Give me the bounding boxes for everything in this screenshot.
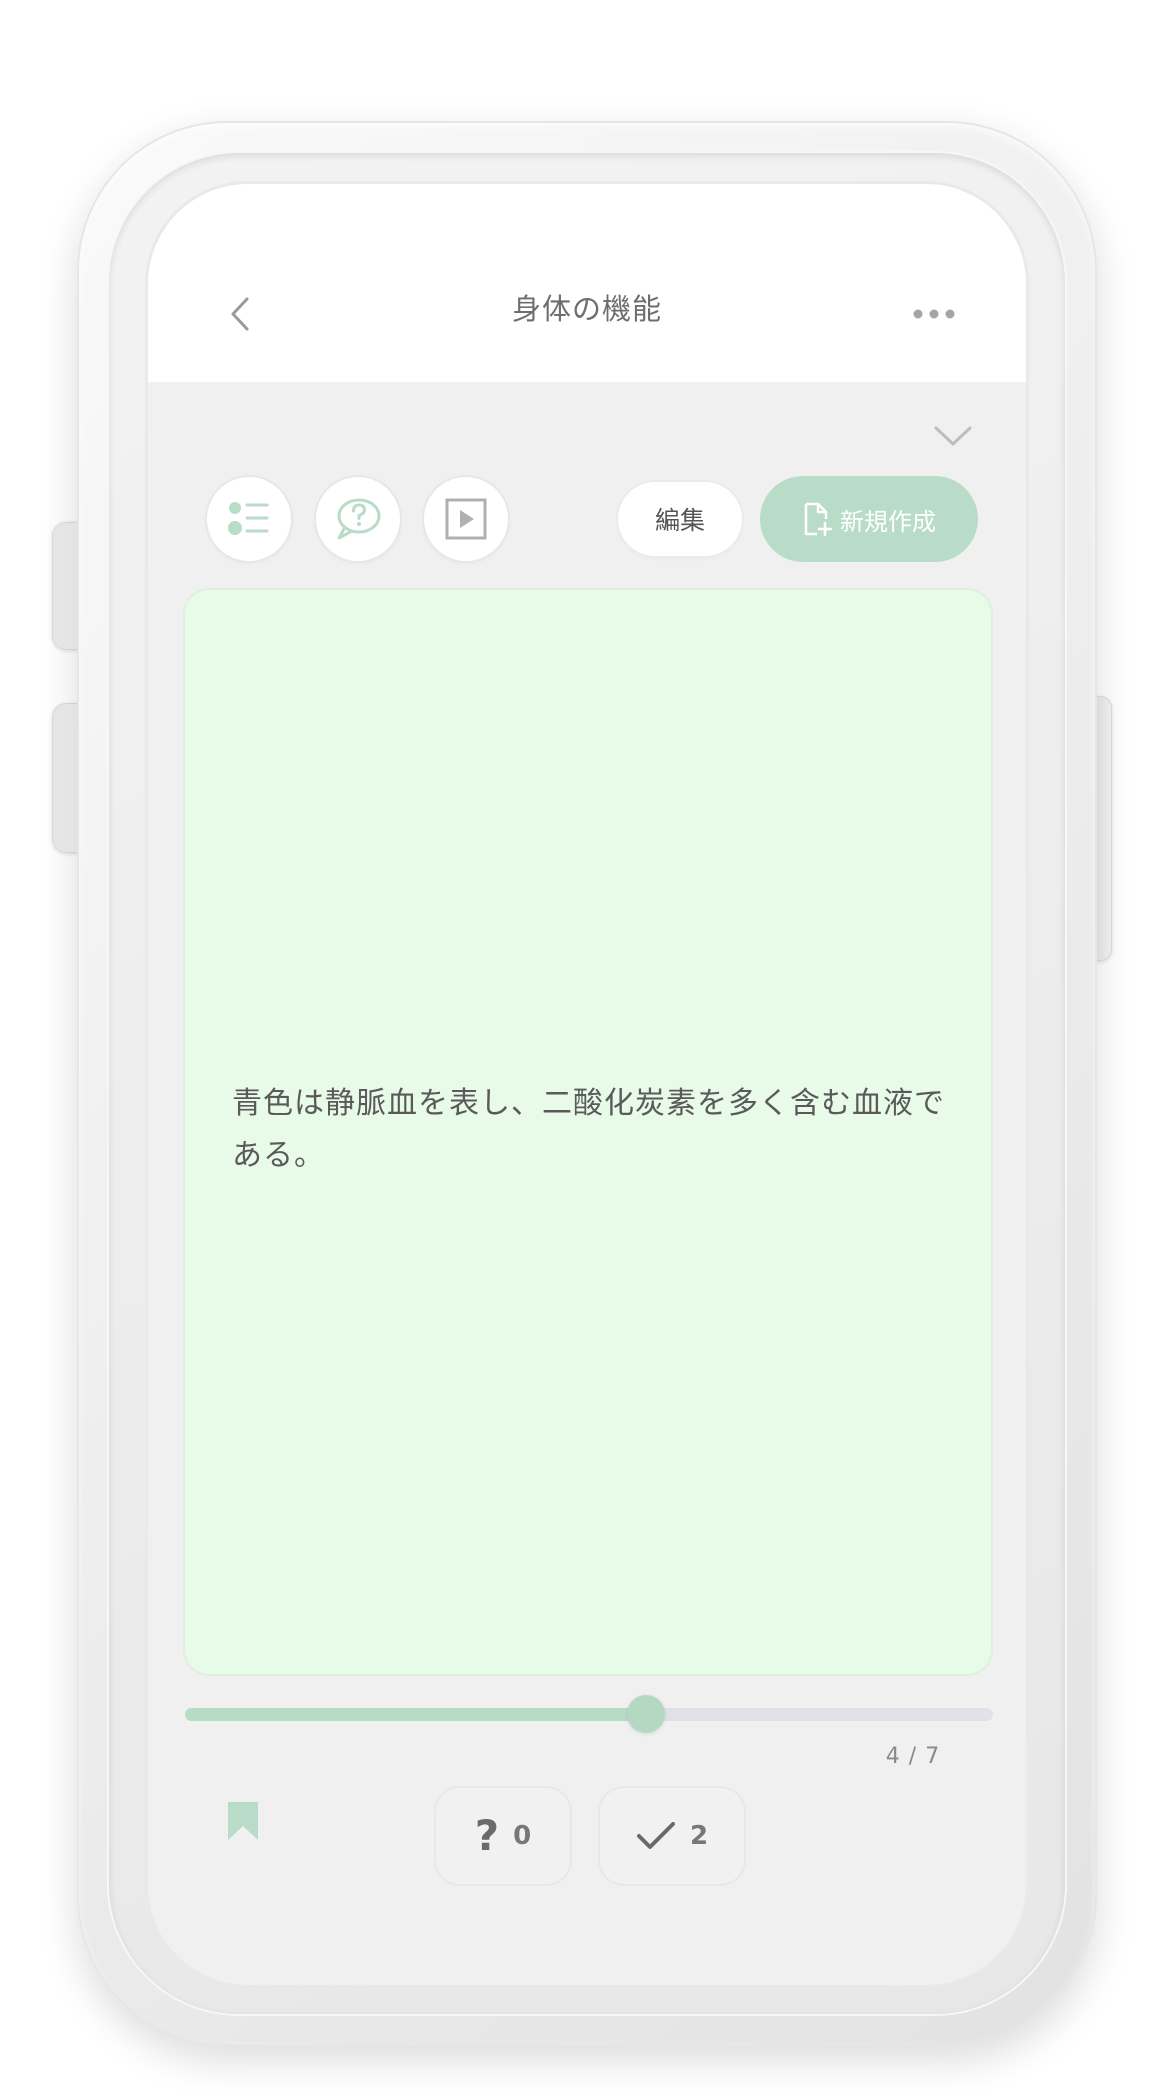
flash-card[interactable]: 青色は静脈血を表し、二酸化炭素を多く含む血液である。 <box>185 590 991 1674</box>
ellipsis-icon <box>913 309 955 319</box>
unknown-count: 0 <box>513 1821 532 1851</box>
progress-slider-fill <box>185 1708 646 1721</box>
edit-button[interactable]: 編集 <box>618 482 742 556</box>
more-options-button[interactable] <box>908 292 960 336</box>
play-button[interactable] <box>424 477 508 561</box>
progress-count: 4 / 7 <box>885 1744 941 1769</box>
list-icon <box>228 502 269 535</box>
play-icon <box>445 498 487 540</box>
bookmark-button[interactable] <box>218 1800 268 1860</box>
page-title: 身体の機能 <box>511 292 662 326</box>
volume-down-button <box>52 703 80 853</box>
question-mark-icon: ? <box>474 1811 500 1860</box>
new-card-button[interactable]: 新規作成 <box>760 476 978 562</box>
new-card-label: 新規作成 <box>840 507 936 536</box>
bookmark-icon <box>228 1802 258 1840</box>
list-view-button[interactable] <box>207 477 291 561</box>
known-count: 2 <box>689 1821 709 1851</box>
question-bubble-icon <box>337 498 381 540</box>
collapse-button[interactable] <box>928 416 978 456</box>
card-text: 青色は静脈血を表し、二酸化炭素を多く含む血液である。 <box>232 1086 945 1173</box>
progress-slider[interactable] <box>185 1695 993 1733</box>
known-count-button[interactable]: 2 <box>600 1788 744 1884</box>
canvas: 身体の機能 編集 新規作成 青色は静脈血を表し、二酸化炭素を多く含む血液である。… <box>0 0 1170 2100</box>
new-document-icon <box>804 502 833 537</box>
hint-button[interactable] <box>316 477 400 561</box>
navigation-bar: 身体の機能 <box>148 184 1026 382</box>
phone-screen: 身体の機能 編集 新規作成 青色は静脈血を表し、二酸化炭素を多く含む血液である。… <box>148 184 1026 1985</box>
volume-up-button <box>52 522 80 650</box>
chevron-down-icon <box>934 426 972 446</box>
checkmark-icon <box>636 1822 675 1849</box>
unknown-count-button[interactable]: ? 0 <box>436 1788 570 1884</box>
progress-slider-thumb[interactable] <box>626 1695 665 1733</box>
